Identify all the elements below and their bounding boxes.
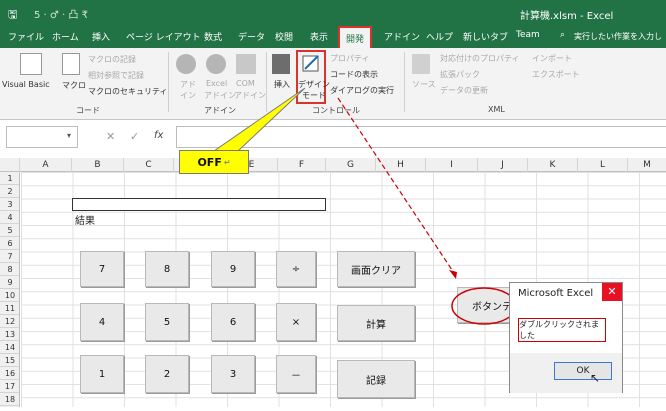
dialog-message: ダブルクリックされました: [518, 318, 606, 342]
arrow-head: [449, 270, 457, 279]
close-icon[interactable]: ✕: [602, 283, 622, 301]
dashed-arrow: [337, 97, 457, 277]
ok-button[interactable]: OK: [554, 362, 612, 380]
callout-off: OFF ↵: [179, 150, 249, 174]
callout-pointer: [212, 87, 306, 152]
mouse-cursor-icon: ↖: [590, 371, 601, 385]
highlight-ellipse: [451, 287, 517, 325]
message-dialog: Microsoft Excel ✕ ダブルクリックされました OK ↖: [509, 282, 623, 393]
callout-text: OFF: [197, 155, 222, 169]
paragraph-mark-icon: ↵: [223, 157, 231, 167]
